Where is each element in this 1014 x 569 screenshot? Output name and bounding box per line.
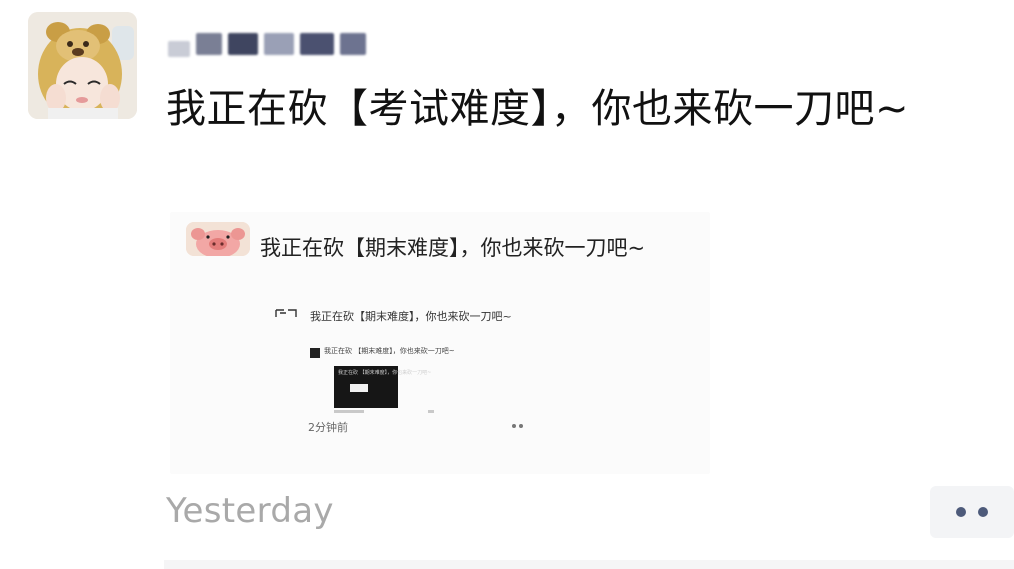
author-name-blur (168, 41, 190, 57)
pig-avatar-icon (186, 222, 250, 256)
post-image[interactable]: 我正在砍【期末难度】，你也来砍一刀吧~ 我正在砍【期末难度】，你也来砍一刀吧~ … (170, 212, 710, 474)
avatar[interactable] (28, 12, 137, 119)
post-time: Yesterday (166, 491, 334, 531)
nested-nested-post: 我正在砍 【期末难度】，你也来砍一刀吧~ 我正在砍 【期末难度】，你也来砍一刀吧… (310, 347, 542, 420)
author-name-blur (340, 33, 366, 55)
author-name[interactable] (168, 22, 388, 66)
nested-dark-image-button (350, 384, 368, 392)
nested-footer-dots (428, 410, 434, 413)
avatar-image (28, 12, 137, 119)
nested-post-text: 我正在砍【期末难度】，你也来砍一刀吧~ (310, 310, 512, 323)
nested-more-dots-icon (512, 424, 528, 430)
nested-dark-image: 我正在砍 【期末难度】，你也来砍一刀吧~ (334, 366, 431, 408)
author-name-blur (264, 33, 294, 55)
more-dots-icon (956, 507, 966, 517)
post-text: 我正在砍【考试难度】，你也来砍一刀吧~ (166, 86, 910, 132)
nested-footer (334, 410, 514, 414)
embedded-post-text: 我正在砍【期末难度】，你也来砍一刀吧~ (260, 236, 646, 260)
comment-area-edge (164, 560, 1014, 569)
nested-dark-image-text: 我正在砍 【期末难度】，你也来砍一刀吧~ (338, 370, 432, 376)
more-button[interactable] (930, 486, 1014, 538)
author-name-blur (196, 33, 222, 55)
more-dots-icon (978, 507, 988, 517)
embedded-avatar-small-icon (275, 309, 297, 317)
nested-footer-time (334, 410, 364, 413)
embedded-avatar (186, 222, 250, 256)
nested-nested-text: 我正在砍 【期末难度】，你也来砍一刀吧~ (324, 347, 455, 355)
author-name-blur (228, 33, 258, 55)
author-name-blur (300, 33, 334, 55)
nested-post-time: 2分钟前 (308, 421, 348, 434)
nested-avatar-icon (310, 348, 320, 358)
